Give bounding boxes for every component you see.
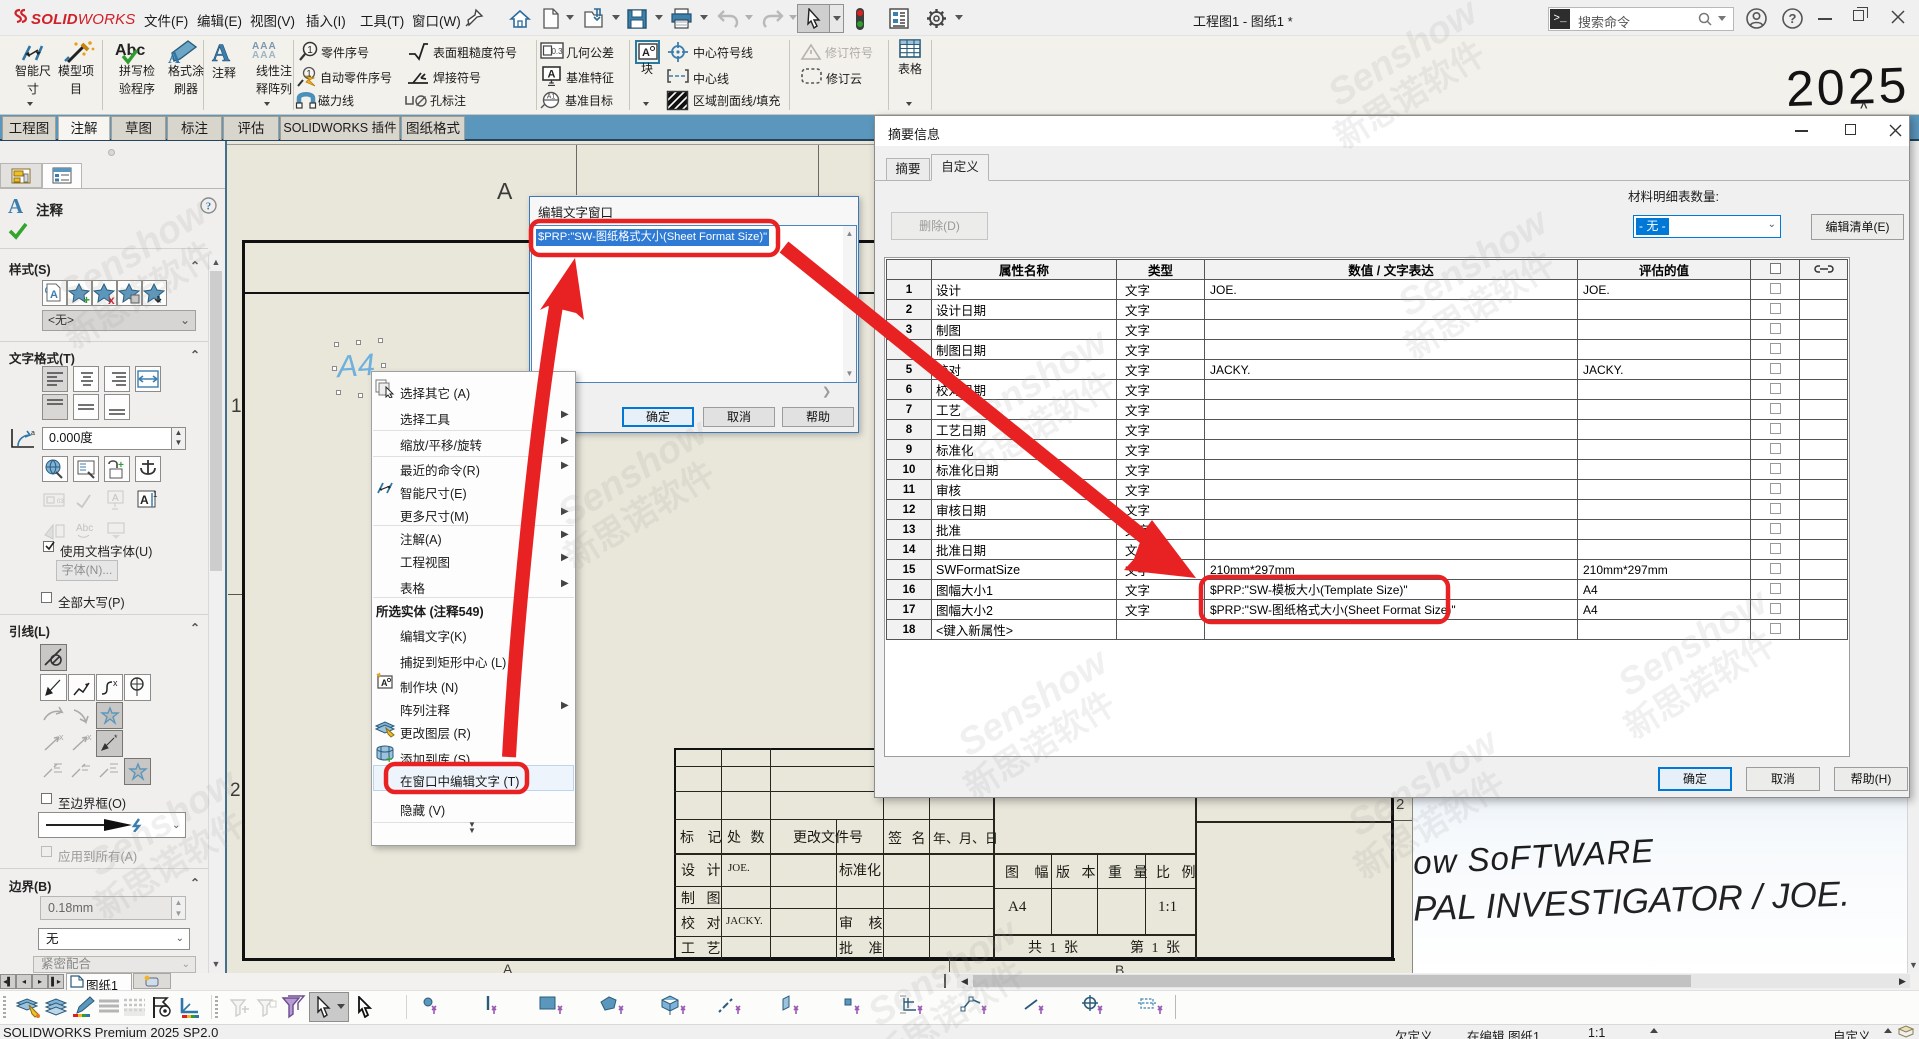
- svg-text:03: 03: [57, 499, 64, 505]
- svg-text:A: A: [212, 40, 230, 64]
- svg-text:A: A: [140, 493, 149, 507]
- svg-text:*: *: [114, 733, 118, 743]
- svg-text:A: A: [50, 289, 58, 301]
- svg-text:0.3: 0.3: [551, 47, 563, 56]
- svg-text:A1: A1: [547, 94, 556, 101]
- svg-text:A: A: [112, 493, 119, 504]
- svg-text:1: 1: [153, 490, 158, 499]
- svg-text:+: +: [386, 754, 392, 764]
- svg-text:A: A: [642, 47, 650, 59]
- svg-text:?: ?: [206, 201, 212, 213]
- svg-text:A: A: [381, 678, 388, 688]
- svg-text:Abc: Abc: [76, 523, 93, 534]
- svg-text:a: a: [31, 430, 35, 437]
- svg-text:x: x: [87, 732, 92, 742]
- svg-text:x: x: [59, 732, 64, 742]
- svg-text:x: x: [113, 678, 118, 688]
- svg-text:?: ?: [1789, 11, 1797, 26]
- svg-text:1: 1: [307, 45, 313, 56]
- svg-text:x: x: [108, 293, 115, 306]
- svg-text:+: +: [83, 293, 90, 306]
- svg-text:A: A: [548, 69, 556, 81]
